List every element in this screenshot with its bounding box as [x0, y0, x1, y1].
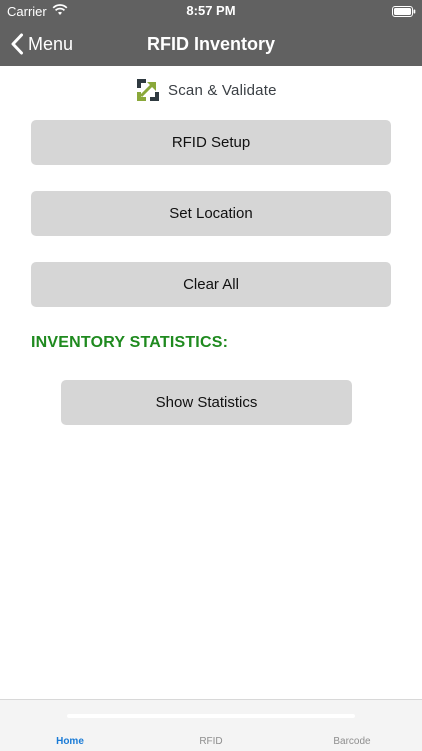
page-title: RFID Inventory [146, 34, 275, 54]
logo-text: Scan & Validate [168, 81, 277, 99]
tab-rfid[interactable]: RFID [186, 736, 236, 747]
status-bar: Carrier 8:57 PM [0, 0, 422, 22]
clear-all-button[interactable]: Clear All [31, 262, 391, 307]
app-logo: Scan & Validate [136, 78, 277, 102]
status-time: 8:57 PM [186, 3, 236, 18]
show-statistics-button[interactable]: Show Statistics [61, 380, 352, 425]
set-location-button[interactable]: Set Location [31, 191, 391, 236]
battery-icon [392, 5, 416, 17]
tab-bar: Home RFID Barcode [0, 699, 422, 751]
rfid-setup-button[interactable]: RFID Setup [31, 120, 391, 165]
tab-home[interactable]: Home [45, 736, 95, 747]
navigation-bar: Menu RFID Inventory [0, 22, 422, 66]
tab-bar-track [67, 714, 355, 718]
scan-validate-logo-icon [137, 79, 159, 101]
inventory-statistics-heading: INVENTORY STATISTICS: [31, 334, 229, 351]
tab-barcode[interactable]: Barcode [322, 736, 382, 747]
